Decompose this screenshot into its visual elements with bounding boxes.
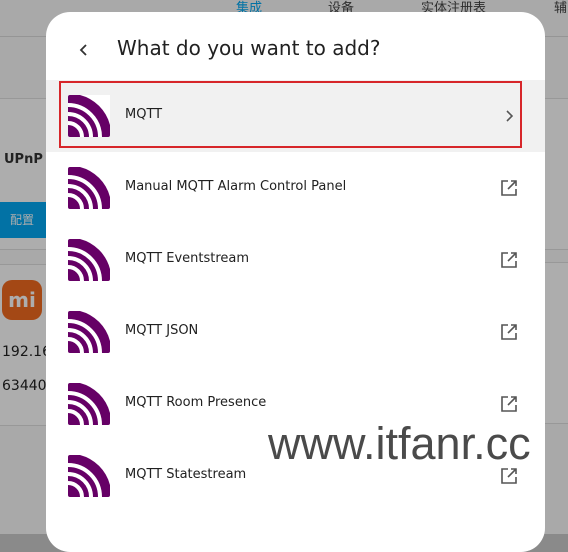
open-in-new-icon <box>497 176 521 200</box>
list-item-label: MQTT <box>125 107 163 122</box>
dialog-title: What do you want to add? <box>117 36 381 60</box>
list-item-mqtt[interactable]: MQTT <box>46 80 545 152</box>
open-in-new-icon <box>497 320 521 344</box>
list-item-label: MQTT JSON <box>125 323 199 338</box>
list-item-label: MQTT Statestream <box>125 467 247 482</box>
mqtt-icon <box>67 455 110 498</box>
open-in-new-icon <box>497 392 521 416</box>
mqtt-icon <box>67 383 110 426</box>
chevron-right-icon <box>497 104 521 128</box>
add-integration-dialog: What do you want to add? MQTT Manual MQT… <box>46 12 545 552</box>
back-button[interactable] <box>70 36 98 64</box>
list-item-label: MQTT Room Presence <box>125 395 267 410</box>
list-item-label: MQTT Eventstream <box>125 251 250 266</box>
mqtt-icon <box>67 239 110 282</box>
list-item-mqtt-json[interactable]: MQTT JSON <box>46 296 545 368</box>
list-item-mqtt-eventstream[interactable]: MQTT Eventstream <box>46 224 545 296</box>
mqtt-icon <box>67 167 110 210</box>
watermark: www.itfanr.cc <box>268 418 531 469</box>
chevron-left-icon <box>79 44 87 56</box>
list-item-label: Manual MQTT Alarm Control Panel <box>125 179 347 194</box>
mqtt-icon <box>67 311 110 354</box>
mqtt-icon <box>67 95 110 138</box>
list-item-manual-mqtt-alarm[interactable]: Manual MQTT Alarm Control Panel <box>46 152 545 224</box>
open-in-new-icon <box>497 248 521 272</box>
dialog-header: What do you want to add? <box>46 12 545 82</box>
